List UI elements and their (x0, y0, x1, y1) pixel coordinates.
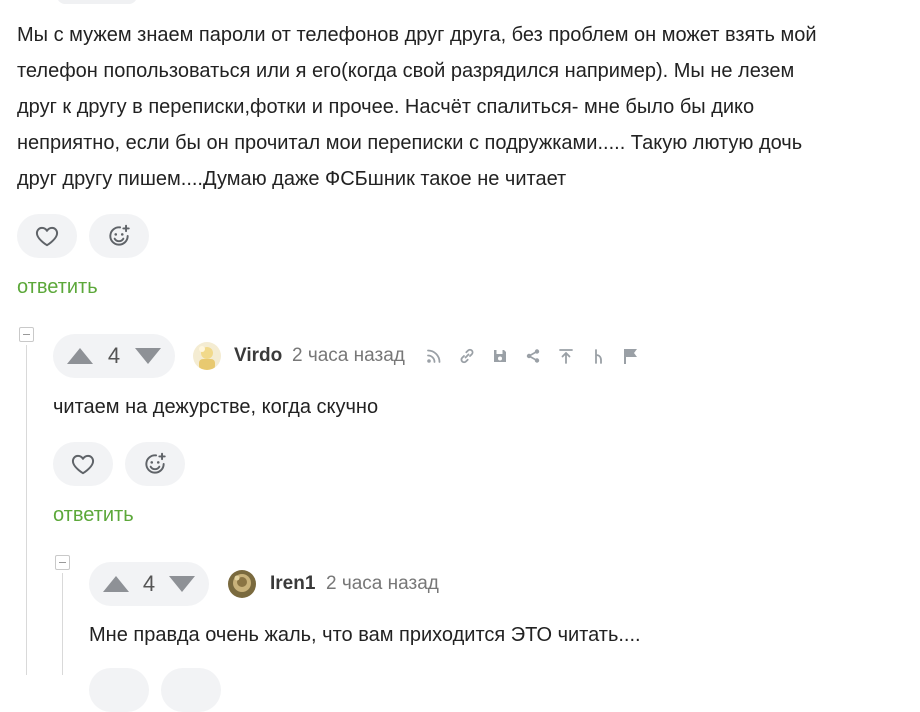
avatar[interactable] (193, 342, 221, 370)
upvote-icon[interactable] (103, 576, 129, 592)
comment-time[interactable]: 2 часа назад (292, 345, 405, 367)
downvote-icon[interactable] (135, 348, 161, 364)
reply-link[interactable]: ответить (53, 504, 134, 527)
add-emoji-icon (109, 224, 130, 246)
comment-text: Мне правда очень жаль, что вам приходитс… (89, 624, 641, 646)
rating-control: 4 (53, 334, 175, 378)
like-button[interactable] (53, 442, 113, 486)
rating-control: 4 (89, 562, 209, 606)
comment-text-line: друг другу пишем....Думаю даже ФСБшник т… (17, 168, 567, 190)
add-reaction-button[interactable] (125, 442, 185, 486)
upvote-icon[interactable] (67, 348, 93, 364)
comment-text-line: Мы с мужем знаем пароли от телефонов дру… (17, 24, 817, 46)
comment-text: читаем на дежурстве, когда скучно (53, 396, 379, 418)
comment-text-line: неприятно, если бы он прочитал мои переп… (17, 132, 803, 154)
add-emoji-icon (145, 452, 166, 474)
heart-icon (71, 454, 95, 475)
thread-line[interactable] (26, 345, 27, 675)
reply-link[interactable]: ответить (17, 276, 98, 299)
avatar-image (228, 570, 256, 598)
comment-text-line: друг к другу в переписки,фотки и прочее.… (17, 96, 755, 118)
username[interactable]: Virdo (234, 345, 282, 367)
previous-comment-controls (57, 0, 137, 4)
comment-text: Мы с мужем знаем пароли от телефонов дру… (17, 17, 907, 197)
flag-icon[interactable] (622, 347, 640, 365)
collapse-thread-button[interactable] (19, 327, 34, 342)
share-icon[interactable] (524, 347, 542, 365)
rating-count: 4 (142, 571, 156, 596)
rss-icon[interactable] (425, 347, 443, 365)
username[interactable]: Iren1 (270, 573, 315, 595)
thread-line[interactable] (62, 573, 63, 675)
like-button[interactable] (17, 214, 77, 258)
avatar-image (193, 342, 221, 370)
comment-text-line: телефон попользоваться или я его(когда с… (17, 60, 795, 82)
rating-count: 4 (107, 343, 121, 368)
collapse-thread-button[interactable] (55, 555, 70, 570)
downvote-icon[interactable] (169, 576, 195, 592)
comment-time[interactable]: 2 часа назад (326, 573, 439, 595)
scroll-top-icon[interactable] (557, 347, 575, 365)
link-icon[interactable] (458, 347, 476, 365)
avatar[interactable] (228, 570, 256, 598)
branch-icon[interactable] (590, 347, 608, 365)
save-icon[interactable] (491, 347, 509, 365)
heart-icon (35, 226, 59, 247)
add-reaction-button[interactable] (89, 214, 149, 258)
